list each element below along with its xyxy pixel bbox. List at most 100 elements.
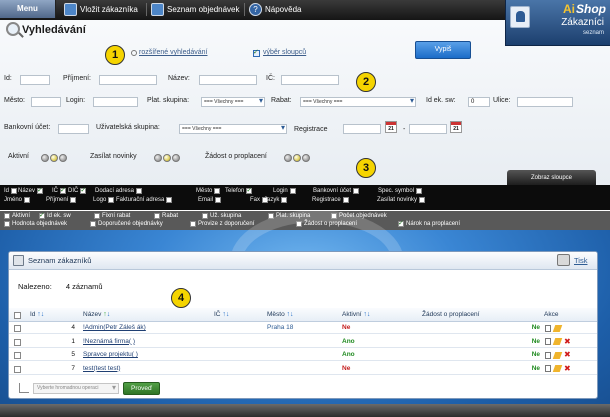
column-option-logo[interactable]: Logo bbox=[93, 197, 115, 203]
column-option-checkbox[interactable] bbox=[214, 188, 221, 194]
surname-input[interactable] bbox=[99, 75, 157, 85]
column-option-id[interactable]: Id bbox=[4, 188, 18, 194]
column-option-checkbox[interactable] bbox=[24, 197, 31, 203]
column-option-checkbox[interactable] bbox=[246, 186, 253, 194]
columns-toggle-checkbox[interactable] bbox=[253, 48, 260, 57]
edit-icon[interactable] bbox=[552, 365, 563, 372]
column-option-prijmeni[interactable]: Příjmení bbox=[46, 197, 77, 203]
edit-icon[interactable] bbox=[552, 324, 563, 332]
user-group-select[interactable]: === Všechny === bbox=[179, 124, 287, 134]
column-option-checkbox[interactable] bbox=[80, 186, 87, 194]
column-option-id-ek-sw[interactable]: Id ek. sw bbox=[39, 211, 71, 219]
column-option-dodaci-adresa[interactable]: Dodací adresa bbox=[95, 188, 143, 194]
pay-group-select[interactable]: === Všechny === bbox=[201, 97, 265, 107]
calendar-from-icon[interactable]: 21 bbox=[385, 121, 397, 133]
column-option-ic[interactable]: IČ bbox=[52, 186, 66, 194]
column-option-uz-skupina[interactable]: Už. skupina bbox=[202, 213, 241, 219]
edit-icon[interactable] bbox=[552, 338, 563, 345]
state-any-icon[interactable] bbox=[293, 153, 301, 162]
column-option-checkbox[interactable] bbox=[166, 197, 173, 203]
state-any-icon[interactable] bbox=[50, 153, 58, 162]
column-option-checkbox[interactable] bbox=[281, 197, 288, 203]
column-option-fakturacni-adresa[interactable]: Fakturační adresa bbox=[116, 197, 173, 203]
column-option-fixni-rabat[interactable]: Fixní rabat bbox=[94, 213, 130, 219]
ic-input[interactable] bbox=[281, 75, 339, 85]
column-option-checkbox[interactable] bbox=[90, 221, 96, 227]
column-option-login[interactable]: Login bbox=[273, 188, 296, 194]
column-option-checkbox[interactable] bbox=[353, 188, 360, 194]
column-option-spec-symbol[interactable]: Spec. symbol bbox=[378, 188, 423, 194]
column-option-checkbox[interactable] bbox=[70, 197, 77, 203]
column-option-bankovni-ucet[interactable]: Bankovní účet bbox=[313, 188, 360, 194]
column-option-jazyk[interactable]: Jazyk bbox=[264, 197, 288, 203]
header-id[interactable]: Id ↑↓ bbox=[30, 308, 44, 322]
newsletter-tristate[interactable] bbox=[154, 152, 182, 163]
name-input[interactable] bbox=[199, 75, 257, 85]
column-option-checkbox[interactable] bbox=[398, 219, 404, 227]
columns-toggle-link[interactable]: výběr sloupců bbox=[263, 49, 306, 56]
sort-desc-icon[interactable]: ↓ bbox=[367, 311, 371, 318]
row-checkbox[interactable] bbox=[14, 349, 22, 361]
column-option-checkbox[interactable] bbox=[4, 221, 10, 227]
bank-account-input[interactable] bbox=[58, 124, 89, 134]
column-option-checkbox[interactable] bbox=[289, 188, 296, 194]
header-name[interactable]: Název ↑↓ bbox=[83, 308, 110, 322]
detail-icon[interactable] bbox=[545, 324, 551, 332]
sort-desc-icon[interactable]: ↓ bbox=[107, 311, 111, 318]
state-yes-icon[interactable] bbox=[172, 153, 180, 162]
registration-from-input[interactable] bbox=[343, 124, 381, 134]
state-no-icon[interactable] bbox=[41, 153, 49, 162]
column-option-checkbox[interactable] bbox=[108, 197, 115, 203]
edit-icon[interactable] bbox=[552, 351, 563, 359]
column-option-aktivni[interactable]: Aktivní bbox=[4, 213, 30, 219]
row-checkbox[interactable] bbox=[14, 322, 22, 334]
cell-name[interactable]: !Neznámá firma( ) bbox=[83, 336, 213, 348]
city-input[interactable] bbox=[31, 97, 61, 107]
sort-desc-icon[interactable]: ↓ bbox=[226, 311, 230, 318]
column-option-checkbox[interactable] bbox=[136, 188, 143, 194]
column-option-checkbox[interactable] bbox=[4, 213, 10, 219]
column-option-checkbox[interactable] bbox=[419, 197, 426, 203]
column-option-checkbox[interactable] bbox=[190, 221, 196, 227]
menu-button[interactable]: Menu bbox=[0, 0, 56, 18]
column-option-checkbox[interactable] bbox=[60, 186, 66, 194]
column-option-checkbox[interactable] bbox=[202, 213, 208, 219]
sort-desc-icon[interactable]: ↓ bbox=[290, 311, 294, 318]
add-customer-button[interactable]: Vložit zákazníka bbox=[64, 2, 138, 17]
select-all-checkbox[interactable] bbox=[14, 312, 21, 319]
printer-icon[interactable] bbox=[557, 254, 570, 266]
cell-name[interactable]: !Admin(Petr Záleš ák) bbox=[83, 322, 213, 334]
column-option-checkbox[interactable] bbox=[94, 213, 100, 219]
column-option-email[interactable]: Email bbox=[198, 197, 222, 203]
column-option-provize-z-doporuceni[interactable]: Provize z doporučení bbox=[190, 221, 254, 227]
bulk-operation-select[interactable]: Vyberte hromadnou operaci bbox=[33, 383, 119, 394]
header-active[interactable]: Aktivní ↑↓ bbox=[342, 308, 370, 322]
column-option-nazev[interactable]: Název bbox=[18, 186, 44, 194]
active-tristate[interactable] bbox=[41, 152, 69, 163]
registration-to-input[interactable] bbox=[409, 124, 447, 134]
column-option-checkbox[interactable] bbox=[215, 197, 222, 203]
print-link[interactable]: Tisk bbox=[574, 256, 587, 265]
state-no-icon[interactable] bbox=[154, 153, 162, 162]
street-input[interactable] bbox=[517, 97, 573, 107]
advanced-search-link[interactable]: rozšířené vyhledávání bbox=[139, 49, 207, 56]
delete-icon[interactable]: ✖ bbox=[564, 363, 571, 375]
column-option-checkbox[interactable] bbox=[154, 213, 160, 219]
delete-icon[interactable]: ✖ bbox=[564, 349, 571, 361]
state-yes-icon[interactable] bbox=[302, 153, 310, 162]
column-option-dic[interactable]: DIČ bbox=[68, 186, 87, 194]
orders-list-button[interactable]: Seznam objednávek bbox=[151, 2, 240, 17]
detail-icon[interactable] bbox=[545, 338, 551, 345]
state-any-icon[interactable] bbox=[163, 153, 171, 162]
column-option-rabat[interactable]: Rabat bbox=[154, 213, 178, 219]
row-checkbox[interactable] bbox=[14, 363, 22, 375]
state-no-icon[interactable] bbox=[284, 153, 292, 162]
column-option-checkbox[interactable] bbox=[37, 186, 44, 194]
login-input[interactable] bbox=[93, 97, 138, 107]
column-option-checkbox[interactable] bbox=[11, 188, 18, 194]
column-option-hodnota-objednavek[interactable]: Hodnota objednávek bbox=[4, 221, 67, 227]
column-option-narok-na-proplaceni[interactable]: Nárok na proplacení bbox=[398, 219, 460, 227]
delete-icon[interactable]: ✖ bbox=[564, 336, 571, 348]
detail-icon[interactable] bbox=[545, 365, 551, 372]
header-ic[interactable]: IČ ↑↓ bbox=[214, 308, 229, 322]
